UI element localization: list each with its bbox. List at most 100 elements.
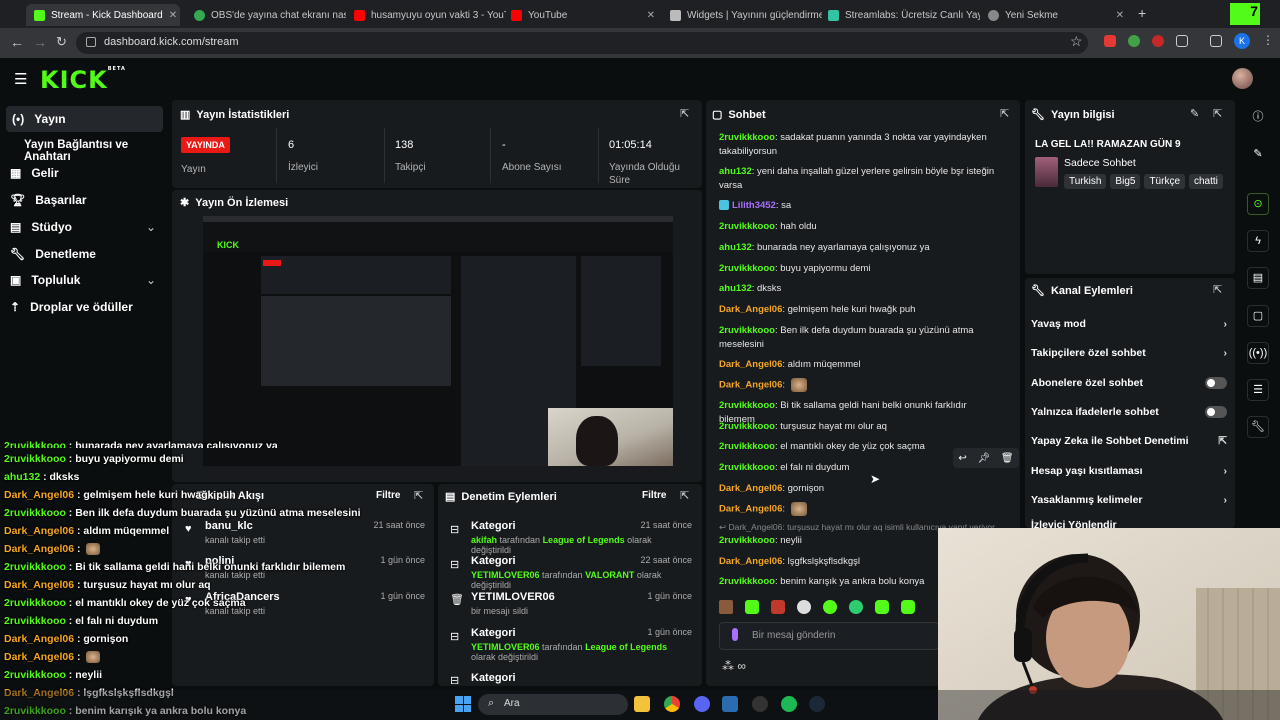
chat-username[interactable]: Dark_Angel06 (719, 359, 782, 370)
action-slow-mode[interactable]: Yavaş mod › (1031, 318, 1227, 330)
chat-message[interactable]: 2ruvikkkooo: buyu yapiyormu demi (719, 262, 999, 276)
sidebar-item-studyo[interactable]: ▤ Stüdyo (10, 220, 72, 234)
chat-username[interactable]: ahu132 (719, 283, 752, 294)
chrome-icon[interactable] (664, 696, 680, 712)
action-account-age[interactable]: Hesap yaşı kısıtlaması › (1031, 465, 1227, 477)
chat-username[interactable]: Dark_Angel06 (719, 556, 782, 567)
app-icon[interactable] (722, 696, 738, 712)
chat-settings-icon[interactable]: ⁂ ∞ (722, 659, 746, 673)
action-followers-only[interactable]: Takipçilere özel sohbet › (1031, 347, 1227, 359)
discord-icon[interactable] (694, 696, 710, 712)
tab-youtube-video[interactable]: husamyuyu oyun vakti 3 - YouT✕ (346, 4, 506, 26)
chevron-down-icon[interactable]: ⌄ (146, 220, 156, 234)
hamburger-menu-icon[interactable]: ☰ (14, 70, 27, 88)
activity-filter-button[interactable]: Filtre (376, 490, 400, 501)
chat-username[interactable]: Dark_Angel06 (719, 304, 782, 315)
bookmark-star-icon[interactable]: ☆ (1070, 33, 1083, 50)
chat-username[interactable]: 2ruvikkkooo (719, 325, 775, 336)
trash-icon[interactable]: 🗑︎ (1001, 453, 1014, 464)
clipboard-icon[interactable]: ▤ (1247, 267, 1269, 289)
chevron-down-icon[interactable]: ⌄ (146, 273, 156, 287)
extension-icon[interactable] (1152, 35, 1164, 47)
tab-obs[interactable]: OBS'de yayına chat ekranı nasıl✕ (186, 4, 346, 26)
emote-icon[interactable] (797, 600, 811, 614)
bolt-icon[interactable]: ϟ (1247, 230, 1269, 252)
taskbar-search[interactable]: Ara (478, 694, 628, 715)
chat-username[interactable]: 2ruvikkkooo (719, 441, 775, 452)
chat-username[interactable]: Dark_Angel06 (719, 380, 782, 391)
chat-message[interactable]: Dark_Angel06: gornişon (719, 482, 999, 496)
sidebar-item-denetleme[interactable]: 🔧︎ Denetleme (10, 247, 96, 261)
tab-kick-dashboard[interactable]: Stream - Kick Dashboard ✕ (26, 4, 180, 26)
broadcast-icon[interactable]: ((•)) (1247, 342, 1269, 364)
extension-shield-icon[interactable] (1128, 35, 1140, 47)
extension-icon[interactable] (1104, 35, 1116, 47)
emote-icon[interactable] (823, 600, 837, 614)
tag[interactable]: Türkçe (1144, 174, 1185, 189)
tab-new[interactable]: Yeni Sekme ✕ (980, 4, 1132, 26)
sidebar-item-gelir[interactable]: ▦ Gelir (10, 166, 59, 180)
emote-icon[interactable] (901, 600, 915, 614)
reply-icon[interactable]: ↩ (958, 453, 966, 464)
chat-icon[interactable]: ▢ (1247, 305, 1269, 327)
tab-streamlabs[interactable]: Streamlabs: Ücretsiz Canlı Yayı✕ (820, 4, 980, 26)
pin-icon[interactable]: 📌︎ (977, 453, 990, 464)
chat-message[interactable]: ahu132: yeni daha inşallah güzel yerlere… (719, 165, 999, 193)
sidebar-item-yayin[interactable]: (•) Yayın (6, 106, 163, 132)
chat-message[interactable]: 2ruvikkkooo: Ben ilk defa duydum buarada… (719, 324, 999, 352)
chat-username[interactable]: ahu132 (719, 166, 752, 177)
edit-icon[interactable]: ✎ (1190, 107, 1199, 120)
steam-icon[interactable] (809, 696, 825, 712)
action-ai-moderation[interactable]: Yapay Zeka ile Sohbet Denetimi ⇱ (1031, 435, 1227, 447)
emote-icon[interactable] (745, 600, 759, 614)
close-icon[interactable]: ✕ (169, 10, 177, 21)
chat-message[interactable]: 2ruvikkkooo: hah oldu (719, 220, 999, 234)
spotify-icon[interactable] (781, 696, 797, 712)
windows-start-icon[interactable] (455, 696, 471, 712)
file-explorer-icon[interactable] (634, 696, 650, 712)
sidebar-item-topluluk[interactable]: ▣ Topluluk (10, 273, 80, 287)
reading-list-icon[interactable] (1210, 35, 1222, 47)
profile-avatar[interactable]: K (1234, 33, 1250, 49)
back-icon[interactable]: ← (10, 34, 24, 50)
edit-icon[interactable]: ✎ (1247, 144, 1269, 166)
chat-username[interactable]: 2ruvikkkooo (719, 462, 775, 473)
popout-icon[interactable]: ⇱ (680, 489, 689, 502)
kick-logo[interactable]: KICKBETA (40, 66, 126, 94)
obs-icon[interactable] (752, 696, 768, 712)
tab-youtube[interactable]: YouTube ✕ (503, 4, 663, 26)
chat-message[interactable]: Lilith3452: sa (719, 199, 999, 213)
user-avatar[interactable] (1232, 68, 1253, 89)
forward-icon[interactable]: → (33, 34, 47, 50)
wrench-icon[interactable]: 🔧︎ (1247, 416, 1269, 438)
chat-message[interactable]: Dark_Angel06: aldım müqemmel (719, 358, 999, 372)
action-banned-words[interactable]: Yasaklanmış kelimeler › (1031, 494, 1227, 506)
url-input[interactable]: dashboard.kick.com/stream (76, 32, 1088, 54)
category-name[interactable]: Sadece Sohbet (1064, 157, 1136, 169)
chat-username[interactable]: Dark_Angel06 (719, 483, 782, 494)
reload-icon[interactable]: ↻ (56, 34, 67, 50)
chat-message-input[interactable]: Bir mesaj gönderin (719, 622, 939, 650)
modlog-filter-button[interactable]: Filtre (642, 490, 666, 501)
tag[interactable]: chatti (1189, 174, 1223, 189)
chat-message[interactable]: 2ruvikkkooo: turşusuz hayat mı olur aq (719, 420, 999, 434)
emote-icon[interactable] (875, 600, 889, 614)
popout-icon[interactable]: ⇱ (1213, 107, 1222, 120)
popout-icon[interactable]: ⇱ (1213, 283, 1222, 296)
sidebar-item-droplar[interactable]: ⇡ Droplar ve ödüller (10, 300, 133, 314)
chat-username[interactable]: 2ruvikkkooo (719, 421, 775, 432)
popout-icon[interactable]: ⇱ (1000, 107, 1009, 120)
menu-kebab-icon[interactable]: ⋮ (1262, 33, 1274, 47)
chat-message[interactable]: Dark_Angel06: gelmişem hele kuri hwağk p… (719, 303, 999, 317)
tab-widgets[interactable]: Widgets | Yayınını güçlendirme✕ (662, 4, 822, 26)
chat-username[interactable]: ahu132 (719, 242, 752, 253)
site-info-icon[interactable] (86, 37, 96, 47)
emote-only-toggle[interactable] (1205, 406, 1227, 418)
tag[interactable]: Turkish (1064, 174, 1107, 189)
popout-icon[interactable]: ⇱ (680, 107, 689, 120)
chat-message[interactable]: ahu132: bunarada ney ayarlamaya çalışıyo… (719, 241, 999, 255)
emote-icon[interactable] (849, 600, 863, 614)
chat-username[interactable]: 2ruvikkkooo (719, 400, 775, 411)
chat-message[interactable]: Dark_Angel06: (719, 502, 999, 517)
chat-username[interactable]: 2ruvikkkooo (719, 132, 775, 143)
